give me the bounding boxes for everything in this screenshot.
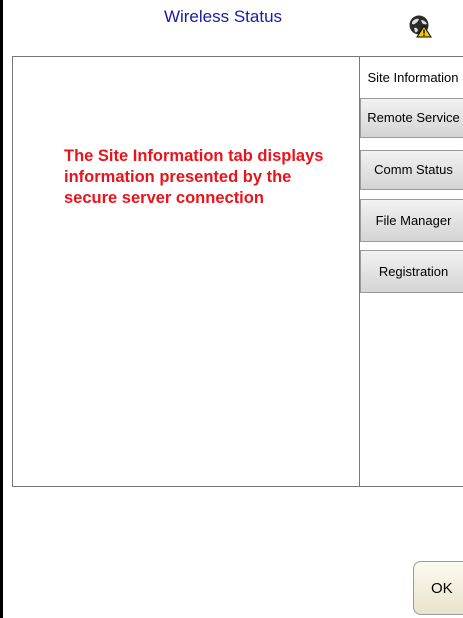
page-title: Wireless Status bbox=[163, 7, 283, 26]
globe-warning-icon[interactable] bbox=[408, 14, 432, 38]
info-text: The Site Information tab displays inform… bbox=[64, 147, 324, 207]
ok-button[interactable]: OK bbox=[413, 561, 463, 615]
tab-registration[interactable]: Registration bbox=[360, 250, 463, 293]
tab-site-information[interactable]: Site Information bbox=[360, 57, 463, 98]
site-information-panel bbox=[13, 57, 360, 486]
tab-comm-status[interactable]: Comm Status bbox=[360, 150, 463, 190]
window-frame: Wireless Status The Site Information tab… bbox=[0, 0, 463, 618]
footer-area bbox=[12, 487, 463, 618]
tab-remote-service[interactable]: Remote Service bbox=[360, 98, 463, 138]
tab-file-manager[interactable]: File Manager bbox=[360, 199, 463, 242]
